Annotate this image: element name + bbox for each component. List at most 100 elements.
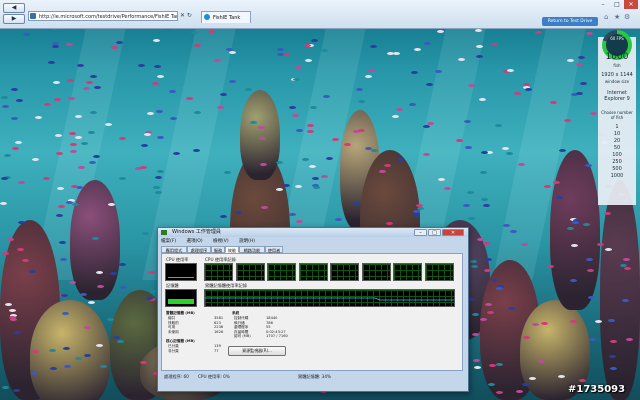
fish [556, 196, 563, 199]
fish [61, 294, 68, 297]
fish [476, 55, 483, 58]
address-bar[interactable]: http://ie.microsoft.com/testdrive/Perfor… [28, 11, 178, 21]
fish [66, 43, 73, 46]
browser-maximize-button[interactable]: □ [610, 0, 624, 9]
fish [69, 132, 76, 135]
favorites-icon[interactable]: ★ [614, 13, 620, 21]
fish [194, 44, 201, 47]
fish [193, 149, 200, 152]
return-to-test-drive-button[interactable]: Return to Test Drive [542, 17, 598, 26]
fish [620, 264, 627, 267]
browser-minimize-button[interactable]: – [596, 0, 610, 9]
fish [142, 232, 149, 235]
fish [608, 319, 615, 322]
fish [332, 138, 339, 141]
fish [119, 177, 126, 180]
tab-users[interactable]: 使用者 [265, 246, 283, 253]
fish [70, 150, 77, 153]
cpu-core-graph [235, 263, 265, 281]
stat-value: 0:02:43:27 [266, 329, 286, 334]
fish [485, 303, 492, 306]
fish [491, 279, 498, 282]
fish [567, 227, 574, 230]
stat-label: 非分頁 [168, 348, 179, 353]
tab-networking[interactable]: 網路功能 [239, 246, 265, 253]
tm-close-button[interactable]: ✕ [442, 229, 464, 236]
fish [311, 39, 318, 42]
fish-option-10[interactable]: 10 [600, 131, 634, 137]
fish [609, 355, 616, 358]
fish-option-20[interactable]: 20 [600, 138, 634, 144]
tools-gear-icon[interactable]: ⚙ [624, 13, 630, 21]
fish-option-50[interactable]: 50 [600, 145, 634, 151]
tm-maximize-button[interactable]: □ [428, 229, 441, 236]
fish-option-500[interactable]: 500 [600, 166, 634, 172]
fish [1, 177, 8, 180]
fish [110, 272, 117, 275]
fish [523, 336, 530, 339]
tab-applications[interactable]: 應用程式 [161, 246, 187, 253]
forward-button[interactable]: ▶ [3, 14, 25, 24]
fish [277, 48, 284, 51]
fish [67, 79, 74, 82]
fish [1, 96, 8, 99]
fish [72, 203, 79, 206]
fish [153, 186, 160, 189]
resource-monitor-button[interactable]: 資源監視器(R)... [228, 346, 286, 356]
fish [50, 367, 57, 370]
fish [576, 92, 583, 95]
fish [473, 359, 480, 362]
address-actions-icon[interactable]: ✕ ↻ [180, 12, 192, 19]
fish-option-100[interactable]: 100 [600, 152, 634, 158]
menu-view[interactable]: 檢視(V) [213, 239, 229, 244]
fish [194, 111, 201, 114]
fish [535, 31, 542, 34]
fish [484, 269, 491, 272]
fish [14, 331, 21, 334]
back-button[interactable]: ◀ [3, 3, 25, 13]
status-processes: 處理程序: 60 [164, 374, 189, 379]
stat-value: 2236 [214, 325, 224, 330]
fish [170, 117, 177, 120]
fish [506, 152, 513, 155]
fish [397, 158, 404, 161]
tab-performance[interactable]: 效能 [225, 246, 239, 253]
fish-option-250[interactable]: 250 [600, 159, 634, 165]
window-size-value: 1920 x 1144 [601, 72, 633, 78]
fish [605, 248, 612, 251]
fish [35, 116, 42, 119]
stat-value: 18440 [266, 316, 278, 320]
fish [323, 95, 330, 98]
fish [578, 56, 585, 59]
cpu-core-graph [393, 263, 422, 281]
fish-option-1000[interactable]: 1000 [600, 173, 634, 179]
tm-minimize-button[interactable]: – [414, 229, 427, 236]
menu-help[interactable]: 說明(H) [239, 239, 255, 244]
menu-options[interactable]: 選項(O) [187, 239, 203, 244]
fish [54, 98, 61, 101]
fish [587, 269, 594, 272]
fish [483, 204, 490, 207]
fish [22, 259, 29, 262]
fish [623, 258, 630, 261]
fish [586, 258, 593, 261]
fish [358, 129, 365, 132]
browser-close-button[interactable]: ✕ [624, 0, 638, 9]
fish-option-1[interactable]: 1 [600, 124, 634, 130]
fish [111, 46, 118, 49]
tab-services[interactable]: 服務 [211, 246, 225, 253]
stat-value: 139 [214, 344, 221, 348]
fish [229, 80, 236, 83]
fish [11, 117, 18, 120]
fish [89, 161, 96, 164]
fish [302, 158, 309, 161]
menu-file[interactable]: 檔案(F) [161, 239, 176, 244]
stat-value: 1707 / 7160 [266, 334, 288, 339]
fish [296, 129, 303, 132]
tab-processes[interactable]: 處理程序 [187, 246, 211, 253]
fish [472, 333, 479, 336]
fish [52, 42, 59, 45]
home-icon[interactable]: ⌂ [604, 13, 608, 21]
task-manager-titlebar[interactable]: Windows 工作管理員 – □ ✕ [158, 228, 468, 237]
fish [559, 149, 566, 152]
